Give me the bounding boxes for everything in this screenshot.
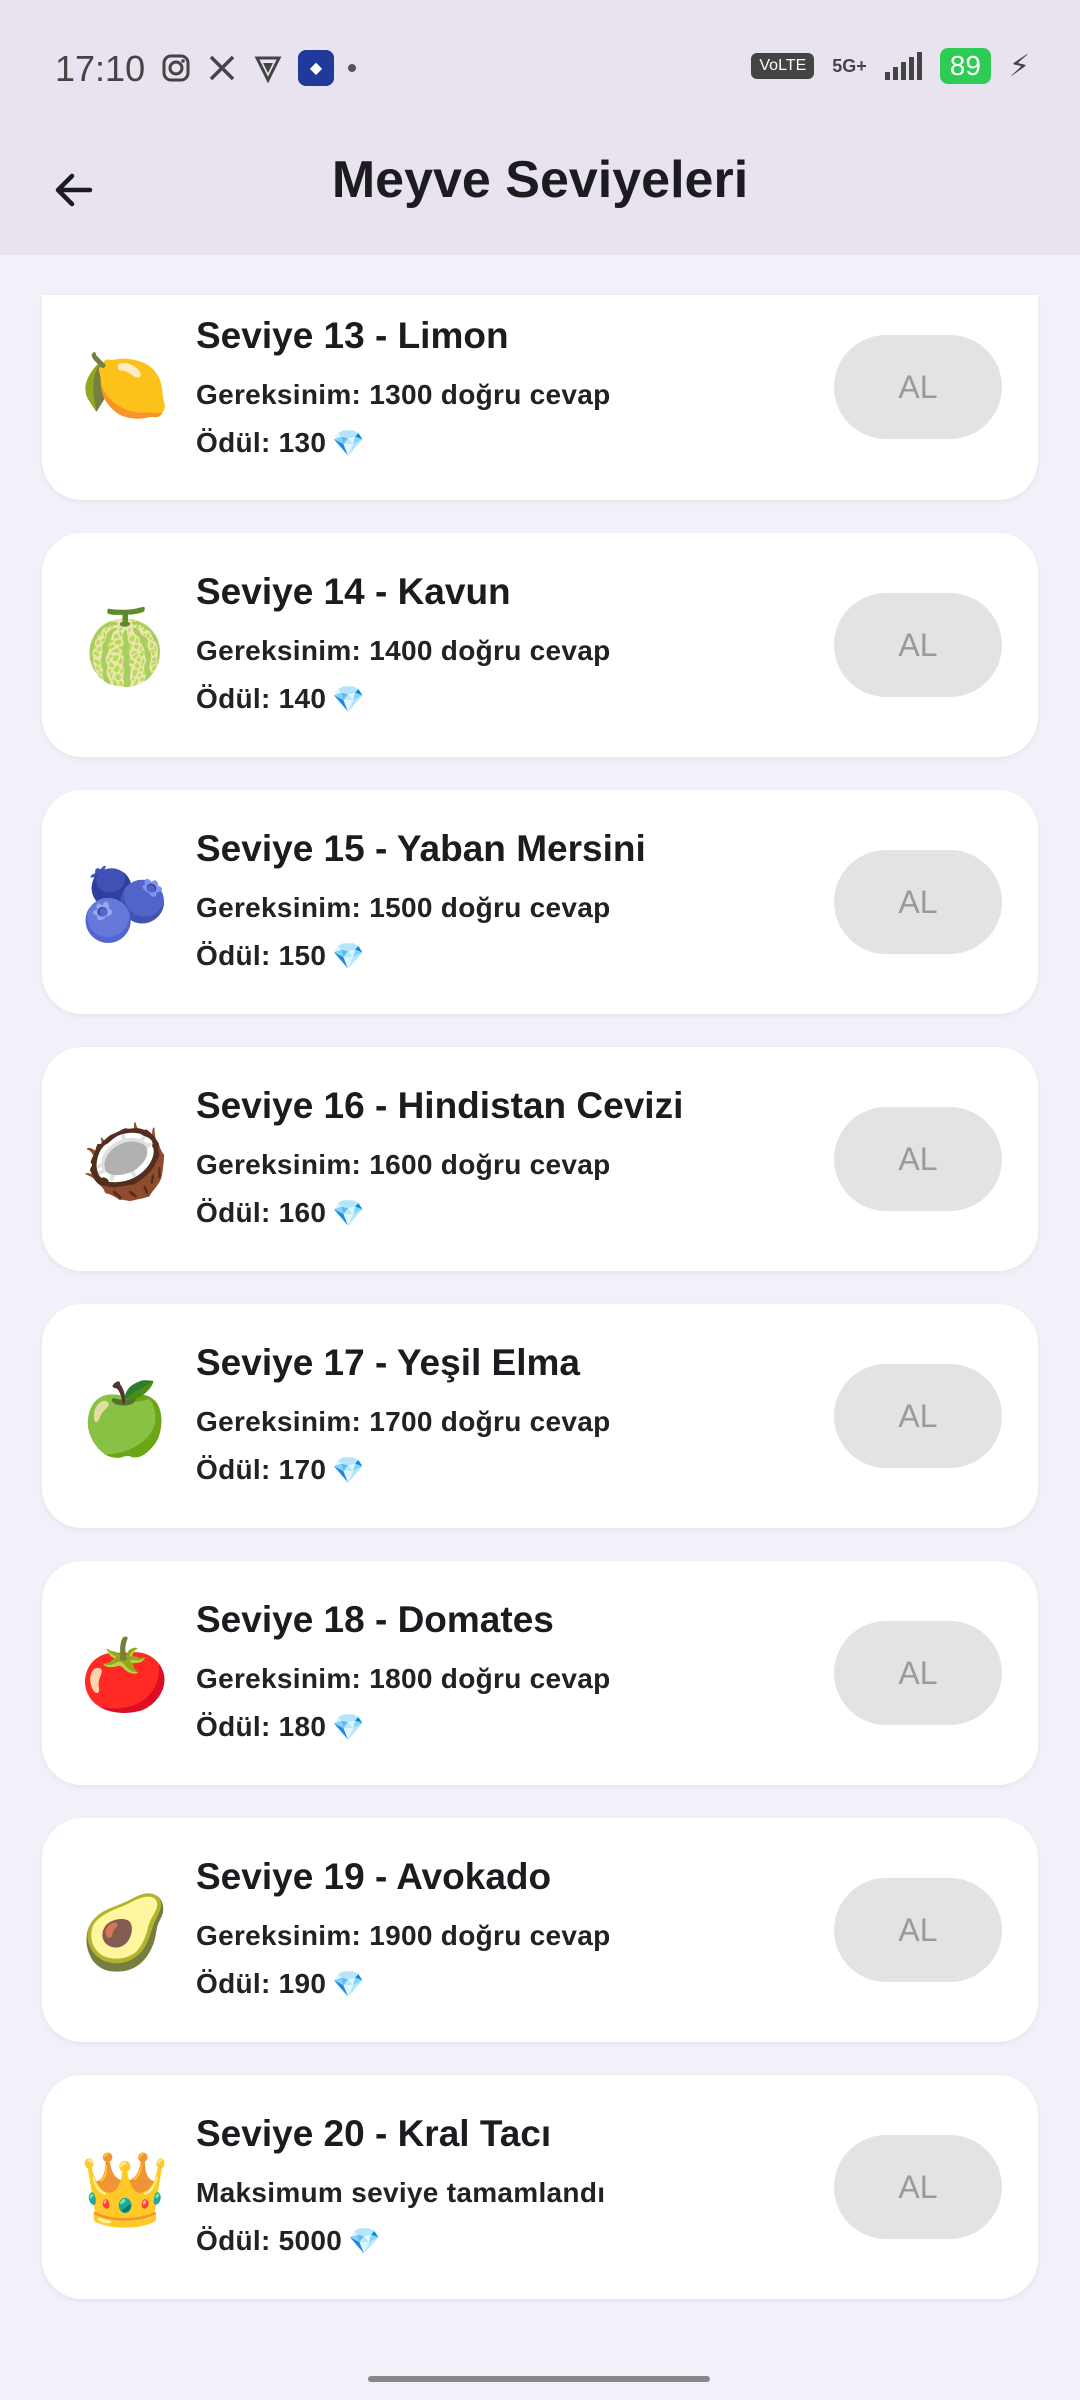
level-title: Seviye 16 - Hindistan Cevizi [196,1085,684,1126]
lemon-icon: 🍋 [80,346,170,426]
level-card-13: 🍋 Seviye 13 - Limon Gereksinim: 1300 doğ… [42,295,1038,500]
claim-button[interactable]: AL [834,850,1002,954]
gem-icon: 💎 [332,1969,365,1999]
app-notification-icon: ◆ [298,50,334,86]
level-title: Seviye 18 - Domates [196,1599,554,1640]
green-apple-icon: 🍏 [80,1379,170,1459]
crown-icon: 👑 [80,2150,170,2230]
level-card-15: 🫐 Seviye 15 - Yaban Mersini Gereksinim: … [42,790,1038,1014]
network-type: 5G+ [832,55,867,76]
level-reward: Ödül: 130 💎 [196,427,365,458]
level-requirement: Gereksinim: 1600 doğru cevap [196,1149,611,1180]
level-title: Seviye 15 - Yaban Mersini [196,828,646,869]
level-reward: Ödül: 150 💎 [196,940,365,971]
claim-button[interactable]: AL [834,1621,1002,1725]
home-indicator[interactable] [368,2376,710,2382]
claim-button[interactable]: AL [834,593,1002,697]
claim-button[interactable]: AL [834,2135,1002,2239]
claim-button[interactable]: AL [834,1364,1002,1468]
gem-icon: 💎 [332,941,365,971]
level-requirement: Gereksinim: 1800 doğru cevap [196,1663,611,1694]
more-notifications-dot [348,64,356,72]
level-card-14: 🍈 Seviye 14 - Kavun Gereksinim: 1400 doğ… [42,533,1038,757]
app-bar: Meyve Seviyeleri [0,140,1080,255]
gem-icon: 💎 [332,684,365,714]
level-card-19: 🥑 Seviye 19 - Avokado Gereksinim: 1900 d… [42,1818,1038,2042]
level-reward: Ödül: 170 💎 [196,1454,365,1485]
level-requirement: Gereksinim: 1400 doğru cevap [196,635,611,666]
level-list[interactable]: 🍋 Seviye 13 - Limon Gereksinim: 1300 doğ… [42,295,1038,2332]
melon-icon: 🍈 [80,608,170,688]
coconut-icon: 🥥 [80,1122,170,1202]
signal-icon [884,52,922,80]
level-reward: Ödül: 180 💎 [196,1711,365,1742]
x-twitter-icon [206,52,238,84]
status-bar: 17:10 ◆ VoLTE 5G+ 89 ⚡ [0,0,1080,140]
gem-icon: 💎 [332,428,365,458]
blueberries-icon: 🫐 [80,865,170,945]
status-time: 17:10 [55,48,146,89]
volte-icon: VoLTE [751,53,815,79]
gem-icon: 💎 [332,1712,365,1742]
tomato-icon: 🍅 [80,1636,170,1716]
gem-icon: 💎 [332,1455,365,1485]
level-title: Seviye 19 - Avokado [196,1856,552,1897]
level-card-17: 🍏 Seviye 17 - Yeşil Elma Gereksinim: 170… [42,1304,1038,1528]
status-right: VoLTE 5G+ 89 ⚡ [751,48,1030,84]
level-title: Seviye 17 - Yeşil Elma [196,1342,580,1383]
vpn-shield-icon [252,52,284,84]
level-reward: Ödül: 190 💎 [196,1968,365,1999]
level-title: Seviye 13 - Limon [196,315,509,356]
notification-icons: ◆ [160,50,356,86]
level-requirement: Gereksinim: 1700 doğru cevap [196,1406,611,1437]
level-requirement: Gereksinim: 1500 doğru cevap [196,892,611,923]
level-card-18: 🍅 Seviye 18 - Domates Gereksinim: 1800 d… [42,1561,1038,1785]
claim-button[interactable]: AL [834,335,1002,439]
gem-icon: 💎 [348,2226,381,2256]
level-reward: Ödül: 5000 💎 [196,2225,381,2256]
level-requirement: Gereksinim: 1900 doğru cevap [196,1920,611,1951]
level-requirement: Gereksinim: 1300 doğru cevap [196,379,611,410]
page-title: Meyve Seviyeleri [331,151,749,209]
level-title: Seviye 14 - Kavun [196,571,511,612]
instagram-icon [160,52,192,84]
gem-icon: 💎 [332,1198,365,1228]
level-requirement: Maksimum seviye tamamlandı [196,2177,606,2208]
level-reward: Ödül: 160 💎 [196,1197,365,1228]
level-reward: Ödül: 140 💎 [196,683,365,714]
battery-level: 89 [939,48,991,84]
charging-icon: ⚡ [1008,49,1030,83]
level-card-20: 👑 Seviye 20 - Kral Tacı Maksimum seviye … [42,2075,1038,2299]
avocado-icon: 🥑 [80,1893,170,1973]
level-title: Seviye 20 - Kral Tacı [196,2113,552,2154]
claim-button[interactable]: AL [834,1878,1002,1982]
level-card-16: 🥥 Seviye 16 - Hindistan Cevizi Gereksini… [42,1047,1038,1271]
claim-button[interactable]: AL [834,1107,1002,1211]
